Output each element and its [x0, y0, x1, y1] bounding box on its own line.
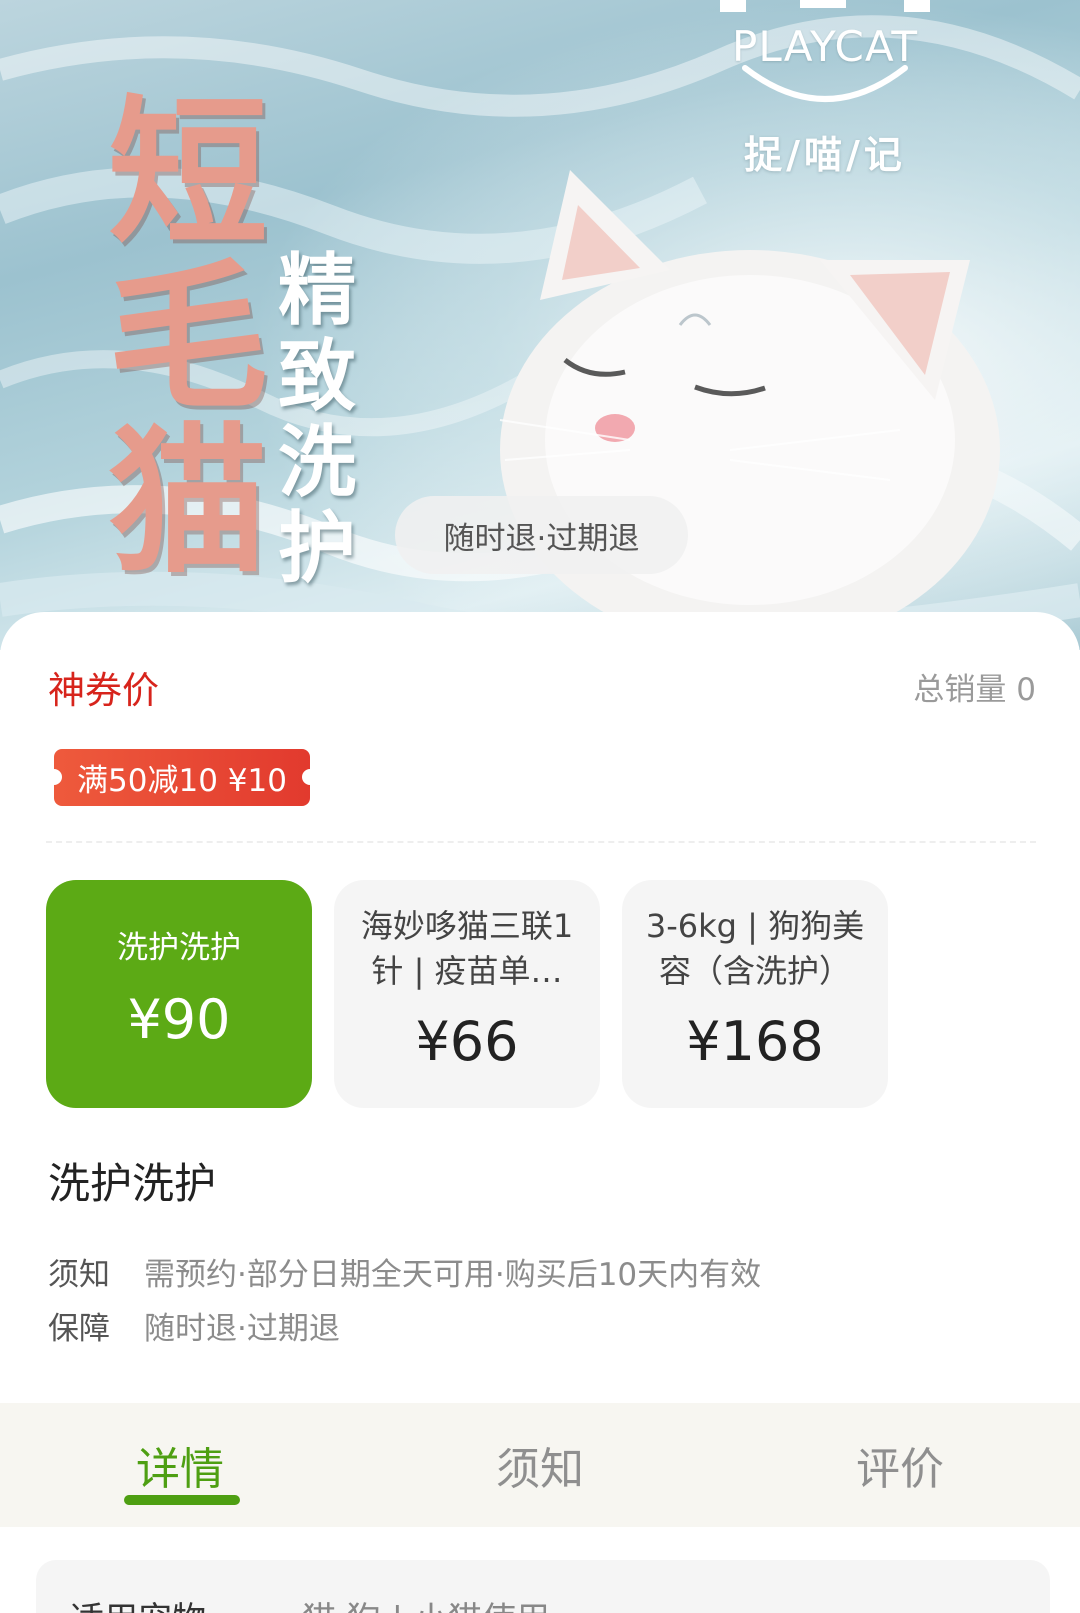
- hero-title-char: 毛: [108, 244, 269, 431]
- guarantee-label: 保障: [48, 1311, 110, 1347]
- hero-subtitle-char: 致: [278, 332, 357, 422]
- applicable-pet-row: 适用宠物 猫·狗 | 小猫使用: [70, 1592, 550, 1613]
- hero-subtitle: 精 致 洗 护: [278, 248, 368, 592]
- hero-subtitle-char: 洗: [278, 418, 357, 508]
- guarantee-row[interactable]: 保障 随时退·过期退: [48, 1302, 761, 1356]
- package-options: 洗护洗护 ¥90 海妙哆猫三联1针 | 疫苗单… ¥66 3-6kg | 狗狗美…: [46, 880, 888, 1108]
- hero-banner-image[interactable]: PLAYCAT 捉/喵/记 短 毛 猫 精 致 洗 护 随时退·过期退: [0, 0, 1080, 650]
- package-option[interactable]: 3-6kg | 狗狗美容（含洗护） ¥168: [622, 880, 888, 1108]
- refund-policy-chip: 随时退·过期退: [395, 496, 688, 574]
- notice-row[interactable]: 须知 需预约·部分日期全天可用·购买后10天内有效: [48, 1248, 761, 1302]
- package-option-selected[interactable]: 洗护洗护 ¥90: [46, 880, 312, 1108]
- notice-label: 须知: [48, 1257, 110, 1293]
- applicable-pet-value: 猫·狗 | 小猫使用: [302, 1592, 550, 1613]
- tab-reviews[interactable]: 评价: [720, 1403, 1080, 1527]
- detail-tabs: 详情 须知 评价: [0, 1403, 1080, 1527]
- product-page: PLAYCAT 捉/喵/记 短 毛 猫 精 致 洗 护 随时退·过期退 神券价 …: [0, 0, 1080, 1613]
- active-tab-indicator: [124, 1495, 240, 1505]
- hero-subtitle-char: 护: [278, 504, 357, 594]
- package-option-price: ¥66: [415, 1010, 519, 1073]
- product-name: 洗护洗护: [48, 1159, 217, 1208]
- brand-subtitle: 捉/喵/记: [744, 133, 906, 177]
- hero-title-char: 短: [108, 80, 269, 267]
- package-option-price: ¥90: [127, 988, 231, 1051]
- notice-value: 需预约·部分日期全天可用·购买后10天内有效: [144, 1257, 762, 1293]
- hero-subtitle-char: 精: [278, 246, 357, 336]
- hero-title: 短 毛 猫: [108, 92, 268, 584]
- package-option-price: ¥168: [686, 1010, 824, 1073]
- product-meta: 须知 需预约·部分日期全天可用·购买后10天内有效 保障 随时退·过期退: [48, 1248, 761, 1356]
- guarantee-value: 随时退·过期退: [144, 1311, 340, 1347]
- package-option-name: 3-6kg | 狗狗美容（含洗护）: [645, 907, 865, 990]
- package-option[interactable]: 海妙哆猫三联1针 | 疫苗单… ¥66: [334, 880, 600, 1108]
- hero-title-char: 猫: [108, 408, 269, 595]
- applicable-pet-label: 适用宠物: [70, 1592, 302, 1613]
- brand-mark-icon: [720, 0, 930, 12]
- total-sales: 总销量 0: [913, 672, 1036, 708]
- tab-notice[interactable]: 须知: [360, 1403, 720, 1527]
- package-option-name: 洗护洗护: [117, 930, 241, 966]
- package-option-name: 海妙哆猫三联1针 | 疫苗单…: [360, 907, 574, 990]
- coupon-tag[interactable]: 满50减10 ¥10: [46, 749, 318, 806]
- divider: [46, 841, 1036, 843]
- smile-icon: [742, 65, 908, 102]
- price-label: 神券价: [48, 669, 159, 712]
- brand-logo: PLAYCAT 捉/喵/记: [690, 0, 960, 190]
- tab-details[interactable]: 详情: [0, 1403, 360, 1527]
